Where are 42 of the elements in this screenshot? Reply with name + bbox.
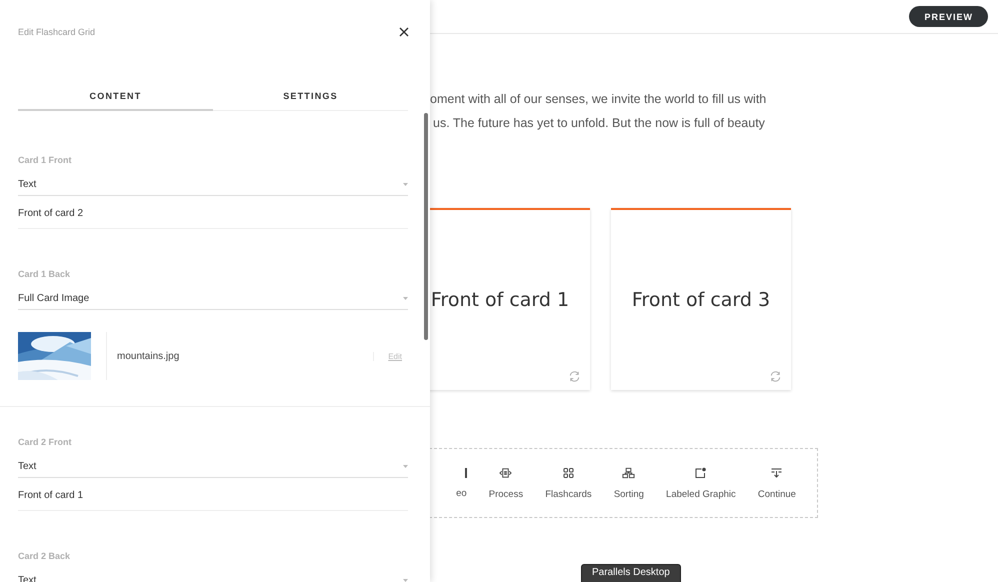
paragraph-line: us. The future has yet to unfold. But the now is full of beauty (432, 116, 766, 130)
caret-icon (403, 464, 408, 468)
dropdown[interactable]: Text (18, 455, 408, 478)
field-label: Card 1 Back (18, 269, 72, 281)
field-label: Card 1 Front (18, 155, 73, 167)
panel-title: Edit Flashcard Grid (18, 27, 96, 37)
card-text: Front of card 3 (632, 289, 770, 311)
block-button[interactable]: Labeled Graphic (666, 466, 736, 500)
close-icon (398, 26, 410, 38)
block-button[interactable]: Continue (758, 466, 796, 500)
card-text: Front of card 1 (430, 289, 570, 311)
field-label: Card 2 Back (18, 551, 72, 563)
dropdown[interactable]: Full Card Image (18, 287, 408, 310)
document-arrows-icon (499, 466, 512, 478)
tab[interactable]: SETTINGS (213, 91, 408, 111)
bar-icon (464, 468, 467, 478)
file-name: mountains.jpg (117, 350, 180, 362)
caret-icon (403, 578, 408, 582)
caret-icon (403, 296, 408, 300)
tab[interactable]: CONTENT (18, 91, 213, 111)
flip-icon[interactable] (769, 370, 782, 383)
scrollbar[interactable] (424, 113, 428, 340)
tooltip: Parallels Desktop (581, 564, 681, 582)
block-button[interactable]: Process (488, 466, 524, 500)
flashcard[interactable]: Front of card 1 (430, 208, 590, 390)
square-dot-icon (694, 466, 708, 478)
down-arrow-icon (770, 466, 784, 478)
field-label: Card 2 Front (18, 437, 73, 449)
close-button[interactable] (398, 26, 410, 38)
grid-icon (562, 466, 575, 478)
block-button[interactable]: Flashcards (545, 466, 592, 500)
preview-button[interactable]: PREVIEW (909, 6, 988, 27)
flashcard[interactable]: Front of card 3 (611, 208, 791, 390)
block-button[interactable]: Sorting (614, 466, 644, 500)
paragraph-line: oment with all of our senses, we invite the world to fill us with (430, 92, 768, 106)
dropdown[interactable]: Text (18, 173, 408, 196)
text-field[interactable]: Front of card 2 (18, 198, 408, 229)
hierarchy-icon (622, 466, 636, 478)
flip-icon[interactable] (568, 370, 581, 383)
caret-icon (403, 182, 408, 186)
text-field[interactable]: Front of card 1 (18, 480, 408, 511)
block-button[interactable]: eo (456, 468, 467, 498)
